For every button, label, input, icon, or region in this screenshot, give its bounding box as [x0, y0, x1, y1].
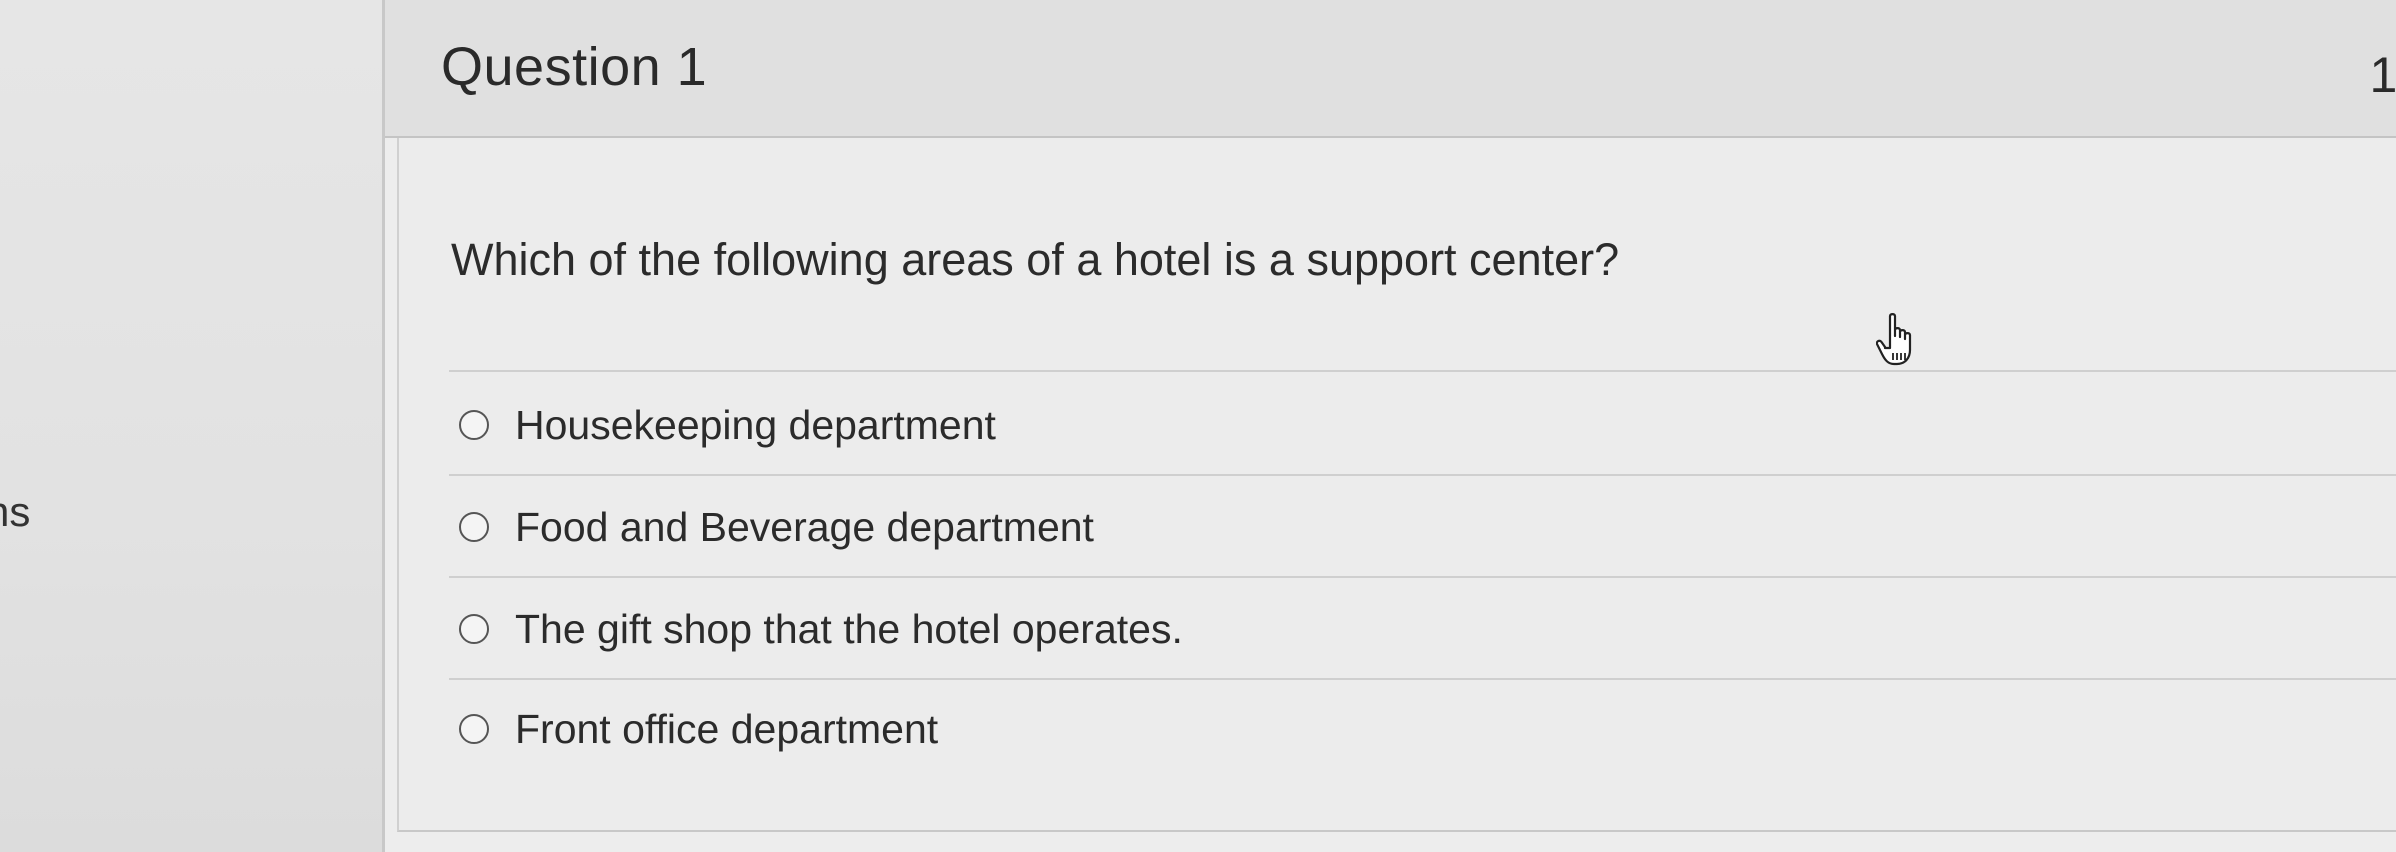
answer-divider — [449, 370, 2396, 372]
left-sidebar: ns — [0, 0, 382, 852]
question-text: Which of the following areas of a hotel … — [451, 234, 1620, 285]
answer-divider — [449, 576, 2396, 578]
radio-button[interactable] — [459, 714, 489, 744]
hand-pointer-icon — [1876, 313, 1912, 366]
answer-label: Front office department — [515, 705, 939, 752]
radio-button[interactable] — [459, 410, 489, 440]
answer-option-food-beverage[interactable]: Food and Beverage department — [459, 492, 1094, 562]
question-body: Which of the following areas of a hotel … — [397, 138, 2396, 832]
answer-divider — [449, 474, 2396, 476]
question-points: 1 p — [2369, 47, 2396, 103]
answer-label: Food and Beverage department — [515, 503, 1094, 550]
answer-label: The gift shop that the hotel operates. — [515, 605, 1183, 652]
answer-option-housekeeping[interactable]: Housekeeping department — [459, 390, 996, 460]
question-header: Question 1 1 p — [385, 0, 2396, 138]
radio-button[interactable] — [459, 614, 489, 644]
question-title: Question 1 — [441, 37, 708, 97]
radio-button[interactable] — [459, 512, 489, 542]
sidebar-cut-text: ns — [0, 488, 31, 535]
answer-label: Housekeeping department — [515, 401, 996, 448]
question-card: Question 1 1 p Which of the following ar… — [382, 0, 2396, 852]
answer-option-front-office[interactable]: Front office department — [459, 694, 938, 764]
answer-divider — [449, 678, 2396, 680]
answer-option-gift-shop[interactable]: The gift shop that the hotel operates. — [459, 594, 1183, 664]
